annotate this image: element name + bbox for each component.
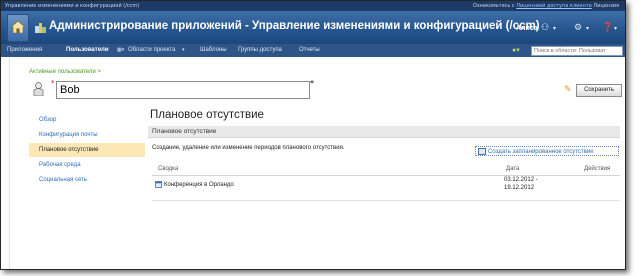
section-heading: Плановое отсутствие [150,109,264,121]
gear-icon[interactable]: ⚙ [574,23,582,33]
column-actions: Действия [584,166,611,172]
content-area: Активные пользователи > * Bob * ✎ Сохран… [1,57,625,269]
save-button[interactable]: Сохранить [576,84,622,97]
license-link[interactable]: Лицензией доступа клиента [516,3,591,9]
top-status-bar: Управление изменениями и конфигурацией (… [1,1,625,11]
sidebar-item-work-environment[interactable]: Рабочая среда [29,158,145,172]
sidebar-item-social-network[interactable]: Социальная сеть [29,173,145,187]
home-icon [11,21,25,33]
user-sections-nav: Обзор Конфигурация почты Плановое отсутс… [29,113,145,188]
help-icon[interactable]: ❓ [602,23,613,33]
section-title-bar: Плановое отсутствие [148,126,620,138]
search-input[interactable]: Поиск в области: Пользоват [531,46,623,56]
absence-summary[interactable]: Конференция в Орландо [164,182,234,188]
create-absence-label: Создать запланированное отсутствие [488,149,594,155]
column-summary[interactable]: Сводка [158,163,178,175]
chevron-down-icon[interactable]: ▾ [586,25,589,32]
calendar-add-icon [478,147,486,155]
edit-icon[interactable]: ✎ [564,85,572,95]
unsaved-marker: * [310,79,314,88]
nav-item-applications[interactable]: Приложения [7,44,42,57]
nav-item-access-groups[interactable]: Группы доступа [238,44,282,57]
admin-app-icon [35,23,46,33]
user-name-field[interactable]: Bob [56,81,310,99]
table-header: Сводка Дата Действия [152,163,620,176]
license-notice: Ознакомьтесь с Лицензией доступа клиента… [472,3,619,9]
required-marker: * [51,79,55,87]
app-window: Управление изменениями и конфигурацией (… [0,0,626,270]
user-icon [33,82,44,96]
chevron-down-icon[interactable]: ▾ [553,25,556,32]
chevron-down-icon[interactable]: ▾ [182,44,185,57]
home-button[interactable] [7,14,29,42]
scope-icon[interactable]: ●▾ [512,44,520,57]
sidebar-item-planned-absence[interactable]: Плановое отсутствие [29,143,145,157]
absence-date: 03.12.2012 - 19.12.2012 [504,177,538,191]
section-description: Создание, удаление или изменение периодо… [152,145,345,151]
top-status-text: Управление изменениями и конфигурацией (… [5,3,140,9]
nav-item-reports[interactable]: Отчеты [299,44,320,57]
side-strip [1,57,10,269]
column-date[interactable]: Дата [506,163,519,175]
nav-item-project-areas[interactable]: Области проекта [128,44,175,57]
users-dropdown-icon[interactable]: ▦▾ [117,44,124,57]
page-title-header: Администрирование приложений - Управлени… [49,20,540,32]
table-divider [152,200,620,201]
table-row[interactable]: Конференция в Орландо 03.12.2012 - 19.12… [152,176,620,198]
chevron-down-icon[interactable]: ▾ [614,25,617,32]
main-nav: Приложения Пользователи ▦▾ Области проек… [1,44,625,57]
sidebar-item-mail-config[interactable]: Конфигурация почты [29,128,145,142]
breadcrumb[interactable]: Активные пользователи > [29,69,101,75]
app-header: Администрирование приложений - Управлени… [1,11,625,44]
calendar-icon [155,181,162,188]
sidebar-item-overview[interactable]: Обзор [29,113,145,127]
create-absence-button[interactable]: Создать запланированное отсутствие [475,146,619,156]
nav-item-users[interactable]: Пользователи [66,44,109,57]
people-icon[interactable]: ⚇ [541,23,549,33]
nav-item-templates[interactable]: Шаблоны [200,44,227,57]
user-menu[interactable]: Алиса [516,25,538,32]
